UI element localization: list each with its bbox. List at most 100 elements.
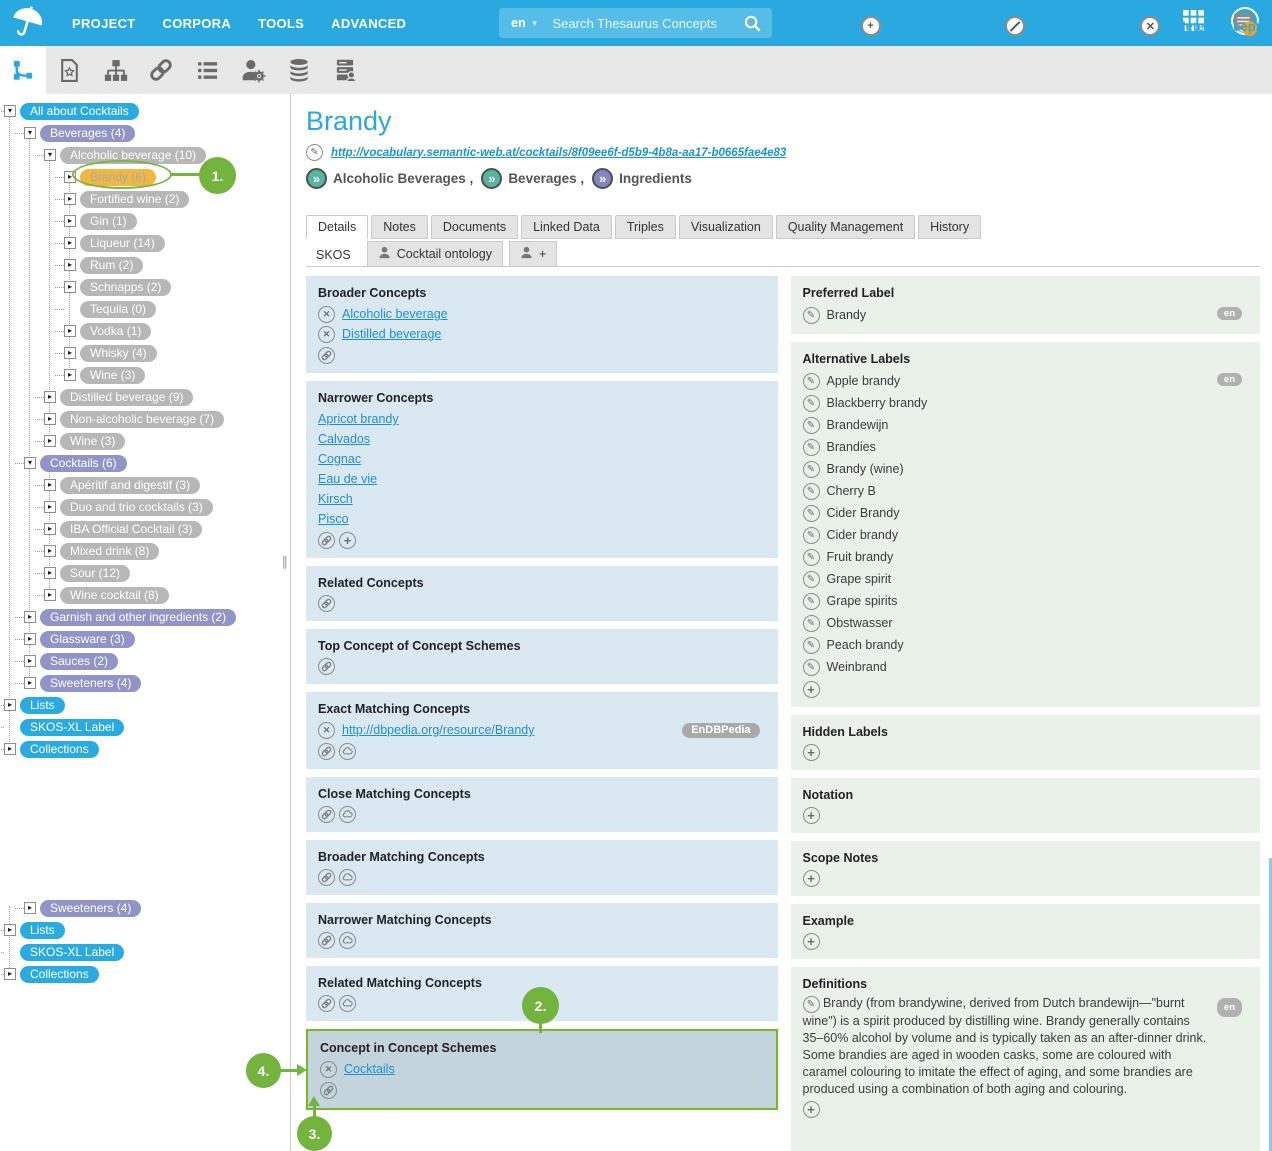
expand-icon[interactable]: ▸ — [24, 655, 36, 667]
tab-quality-management[interactable]: Quality Management — [776, 215, 915, 239]
edit-icon[interactable]: ✎ — [803, 593, 820, 610]
document-star-icon[interactable] — [46, 46, 92, 94]
add-icon[interactable]: + — [803, 744, 820, 761]
search-input[interactable]: Search Thesaurus Concepts — [553, 16, 743, 31]
edit-icon[interactable]: ✎ — [803, 483, 820, 500]
edit-icon[interactable]: ✎ — [803, 439, 820, 456]
concept-link-distilled-beverage[interactable]: Distilled beverage — [342, 327, 441, 341]
tree-item-fortified-wine-2[interactable]: Fortified wine (2) — [80, 191, 189, 208]
link-resource-icon[interactable] — [318, 806, 335, 823]
search-icon[interactable] — [743, 14, 762, 33]
collapse-icon[interactable]: ▾ — [24, 457, 36, 469]
tree-item-ap-ritif-and-digestif-3[interactable]: Apéritif and digestif (3) — [60, 477, 200, 494]
edit-icon[interactable]: ✎ — [803, 307, 820, 324]
remove-icon[interactable]: ✕ — [318, 722, 335, 739]
add-icon[interactable]: + — [803, 681, 820, 698]
menu-tools[interactable]: TOOLS — [258, 16, 304, 31]
expand-icon[interactable]: ▸ — [64, 237, 76, 249]
concept-link-eau-de-vie[interactable]: Eau de vie — [318, 472, 377, 486]
add-to-blacklist-button[interactable]: Add to Blacklist — [1005, 16, 1128, 36]
tree-item-lists[interactable]: Lists — [20, 697, 65, 714]
tab-documents[interactable]: Documents — [431, 215, 518, 239]
expand-icon[interactable]: ▸ — [4, 924, 16, 936]
concept-link-cognac[interactable]: Cognac — [318, 452, 361, 466]
tree-item-whisky-4[interactable]: Whisky (4) — [80, 345, 157, 362]
server-user-icon[interactable] — [322, 46, 368, 94]
expand-icon[interactable]: ▸ — [44, 435, 56, 447]
tree-item-non-alcoholic-beverage-7[interactable]: Non-alcoholic beverage (7) — [60, 411, 224, 428]
edit-uri-icon[interactable]: ✎ — [306, 144, 323, 161]
subtab-skos[interactable]: SKOS — [306, 244, 361, 266]
expand-icon[interactable]: ▸ — [4, 699, 16, 711]
link-resource-icon[interactable] — [318, 995, 335, 1012]
edit-icon[interactable]: ✎ — [803, 549, 820, 566]
tree-item-beverages-4[interactable]: Beverages (4) — [40, 125, 135, 142]
menu-project[interactable]: PROJECT — [72, 16, 136, 31]
tree-item-gin-1[interactable]: Gin (1) — [80, 213, 137, 230]
web-lookup-icon[interactable] — [339, 806, 356, 823]
link-resource-icon[interactable] — [318, 658, 335, 675]
delete-concept-button[interactable]: ✕ Delete Concept — [1140, 16, 1260, 36]
tab-visualization[interactable]: Visualization — [679, 215, 773, 239]
remove-icon[interactable]: ✕ — [318, 326, 335, 343]
expand-icon[interactable]: ▸ — [64, 215, 76, 227]
expand-icon[interactable]: ▸ — [44, 391, 56, 403]
edit-icon[interactable]: ✎ — [803, 659, 820, 676]
web-lookup-icon[interactable] — [339, 869, 356, 886]
tree-item-skos-xl-label[interactable]: SKOS-XL Label — [20, 944, 124, 961]
expand-icon[interactable]: ▸ — [24, 611, 36, 623]
link-resource-icon[interactable] — [318, 595, 335, 612]
tree-item-sauces-2[interactable]: Sauces (2) — [40, 653, 118, 670]
expand-icon[interactable]: ▸ — [44, 479, 56, 491]
link-resource-icon[interactable] — [320, 1082, 337, 1099]
link-resource-icon[interactable] — [318, 532, 335, 549]
collection-link-ingredients[interactable]: »Ingredients — [592, 168, 692, 189]
concept-link-http-dbpedia-org-resource-brandy[interactable]: http://dbpedia.org/resource/Brandy — [342, 723, 534, 737]
subtab-[interactable]: + — [509, 241, 557, 266]
add-icon[interactable]: + — [803, 1101, 820, 1118]
tree-item-liqueur-14[interactable]: Liqueur (14) — [80, 235, 165, 252]
tree-item-rum-2[interactable]: Rum (2) — [80, 257, 143, 274]
expand-icon[interactable]: ▸ — [64, 325, 76, 337]
search-language-select[interactable]: en — [511, 16, 526, 30]
tree-item-wine-3[interactable]: Wine (3) — [80, 367, 145, 384]
tree-item-tequila-0[interactable]: Tequila (0) — [80, 301, 156, 318]
edit-icon[interactable]: ✎ — [803, 527, 820, 544]
add-icon[interactable]: + — [803, 870, 820, 887]
edit-icon[interactable]: ✎ — [803, 637, 820, 654]
tree-item-skos-xl-label[interactable]: SKOS-XL Label — [20, 719, 124, 736]
menu-corpora[interactable]: CORPORA — [163, 16, 232, 31]
collapse-icon[interactable]: ▾ — [4, 105, 16, 117]
database-icon[interactable] — [276, 46, 322, 94]
expand-icon[interactable]: ▸ — [44, 567, 56, 579]
edit-icon[interactable]: ✎ — [803, 373, 820, 390]
tree-item-collections[interactable]: Collections — [20, 741, 99, 758]
tree-item-sour-12[interactable]: Sour (12) — [60, 565, 130, 582]
tree-item-duo-and-trio-cocktails-3[interactable]: Duo and trio cocktails (3) — [60, 499, 213, 516]
tree-item-sweeteners-4[interactable]: Sweeteners (4) — [40, 900, 141, 917]
tree-item-cocktails-6[interactable]: Cocktails (6) — [40, 455, 127, 472]
hierarchy-icon[interactable] — [92, 46, 138, 94]
tree-item-all-about-cocktails[interactable]: All about Cocktails — [20, 103, 139, 120]
link-resource-icon[interactable] — [318, 932, 335, 949]
collection-link-beverages[interactable]: »Beverages , — [481, 168, 584, 189]
add-to-collection-button[interactable]: + Add to Collection — [861, 16, 994, 36]
expand-icon[interactable]: ▸ — [44, 589, 56, 601]
tab-details[interactable]: Details — [306, 215, 368, 239]
add-icon[interactable]: + — [803, 807, 820, 824]
edit-icon[interactable]: ✎ — [803, 571, 820, 588]
expand-icon[interactable]: ▸ — [44, 413, 56, 425]
collapse-icon[interactable]: ▾ — [24, 127, 36, 139]
concept-link-cocktails[interactable]: Cocktails — [344, 1062, 395, 1076]
edit-icon[interactable]: ✎ — [803, 615, 820, 632]
umbrella-logo-icon[interactable] — [8, 4, 52, 42]
tab-triples[interactable]: Triples — [615, 215, 676, 239]
edit-icon[interactable]: ✎ — [803, 461, 820, 478]
panel-splitter-handle[interactable]: ∥ — [282, 554, 289, 570]
expand-icon[interactable]: ▸ — [24, 633, 36, 645]
add-icon[interactable]: + — [803, 933, 820, 950]
concept-link-pisco[interactable]: Pisco — [318, 512, 349, 526]
edit-icon[interactable]: ✎ — [803, 505, 820, 522]
expand-icon[interactable]: ▸ — [4, 743, 16, 755]
edit-icon[interactable]: ✎ — [803, 996, 820, 1013]
